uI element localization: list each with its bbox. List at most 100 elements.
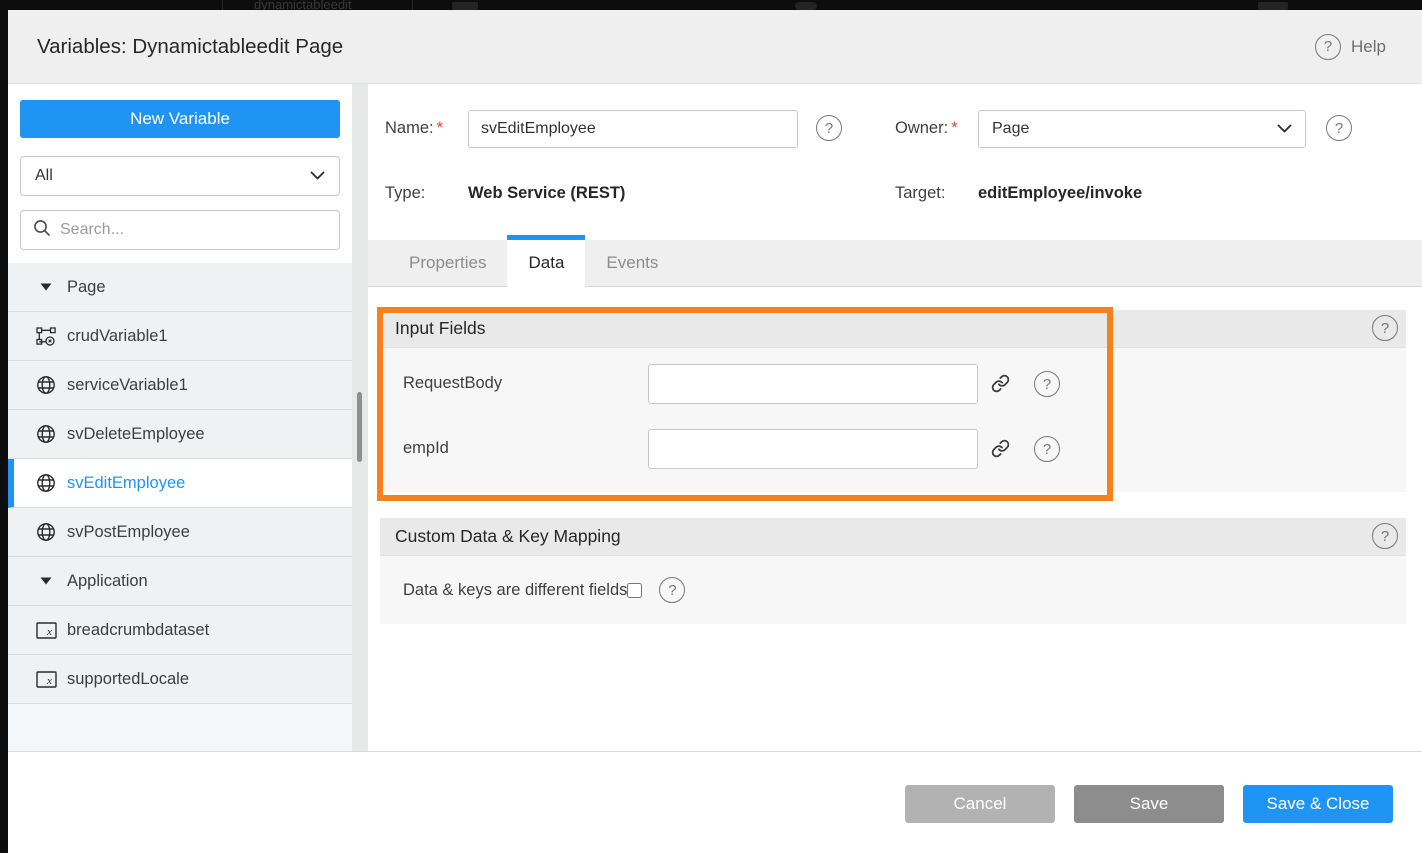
custom-data-body: Data & keys are different fields ? <box>380 555 1406 624</box>
requestbody-help-icon[interactable]: ? <box>1034 371 1060 397</box>
sidebar-controls: New Variable All <box>8 84 352 263</box>
required-asterisk: * <box>437 119 443 137</box>
search-icon <box>33 219 51 242</box>
background-divider <box>412 0 413 10</box>
background-app-tab-title: dynamictableedit <box>254 0 352 10</box>
variable-search-box <box>20 210 340 250</box>
input-fields-section: Input Fields ? RequestBody <box>380 310 1406 492</box>
requestbody-field[interactable] <box>648 364 978 404</box>
save-button[interactable]: Save <box>1074 785 1224 823</box>
background-toolbar-shape <box>1258 2 1288 10</box>
sidebar-item-svpostemployee[interactable]: svPostEmployee <box>8 508 352 557</box>
variable-filter-select[interactable]: All <box>20 156 340 196</box>
variable-label: svEditEmployee <box>67 474 185 493</box>
different-fields-label: Data & keys are different fields <box>403 581 627 600</box>
variable-label: svDeleteEmployee <box>67 425 205 444</box>
sidebar-item-crudvariable1[interactable]: crudVariable1 <box>8 312 352 361</box>
sidebar-scrollbar[interactable] <box>352 84 368 751</box>
new-variable-button[interactable]: New Variable <box>20 100 340 138</box>
help-link[interactable]: ? Help <box>1315 34 1386 60</box>
dialog-footer: Cancel Save Save & Close <box>8 751 1422 853</box>
variable-filter-value: All <box>35 167 53 185</box>
tab-properties[interactable]: Properties <box>388 240 507 286</box>
group-label: Application <box>67 572 148 591</box>
save-and-close-button[interactable]: Save & Close <box>1243 785 1393 823</box>
variable-detail-panel: Name:* ? Owner:* Page ? Type: Web Servic… <box>368 84 1422 751</box>
background-toolbar-shape <box>795 2 817 10</box>
custom-data-header: Custom Data & Key Mapping ? <box>380 518 1406 555</box>
input-field-row: RequestBody ? <box>380 364 1406 404</box>
service-variable-globe-icon <box>34 473 58 493</box>
background-divider <box>222 0 223 10</box>
owner-select[interactable]: Page <box>978 110 1306 148</box>
different-fields-checkbox[interactable] <box>627 583 642 598</box>
help-icon[interactable]: ? <box>1315 34 1341 60</box>
owner-help-icon[interactable]: ? <box>1326 115 1352 141</box>
sidebar-item-supportedlocale[interactable]: x supportedLocale <box>8 655 352 704</box>
owner-label: Owner:* <box>895 119 958 138</box>
model-variable-icon: x <box>34 622 58 639</box>
dialog-title: Variables: Dynamictableedit Page <box>37 35 343 59</box>
variables-dialog: Variables: Dynamictableedit Page ? Help … <box>8 10 1422 853</box>
input-fields-help-icon[interactable]: ? <box>1372 315 1398 341</box>
variable-label: breadcrumbdataset <box>67 621 209 640</box>
target-value: editEmployee/invoke <box>978 184 1142 203</box>
custom-data-section: Custom Data & Key Mapping ? Data & keys … <box>380 518 1406 624</box>
different-fields-help-icon[interactable]: ? <box>659 577 685 603</box>
variable-label: supportedLocale <box>67 670 189 689</box>
sidebar-item-sveditemployee[interactable]: svEditEmployee <box>8 459 352 508</box>
help-label: Help <box>1351 37 1386 57</box>
input-field-row: empId ? <box>380 429 1406 469</box>
group-label: Page <box>67 278 106 297</box>
search-input[interactable] <box>60 221 327 239</box>
sidebar-item-svdeleteemployee[interactable]: svDeleteEmployee <box>8 410 352 459</box>
sidebar-group-application[interactable]: Application <box>8 557 352 606</box>
variable-label: svPostEmployee <box>67 523 190 542</box>
background-app-strip: dynamictableedit <box>0 0 1422 10</box>
input-fields-header: Input Fields ? <box>380 310 1406 347</box>
bind-link-icon[interactable] <box>991 374 1010 398</box>
type-value: Web Service (REST) <box>468 184 625 203</box>
tab-events[interactable]: Events <box>585 240 679 286</box>
name-field[interactable] <box>468 110 798 148</box>
svg-text:x: x <box>46 675 52 687</box>
empid-label: empId <box>403 439 449 458</box>
dialog-header: Variables: Dynamictableedit Page ? Help <box>8 10 1422 84</box>
service-variable-globe-icon <box>34 375 58 395</box>
required-asterisk: * <box>951 119 957 137</box>
model-variable-icon: x <box>34 671 58 688</box>
collapse-triangle-icon[interactable] <box>34 577 58 585</box>
cancel-button[interactable]: Cancel <box>905 785 1055 823</box>
input-fields-body: RequestBody ? empId <box>380 347 1406 492</box>
requestbody-label: RequestBody <box>403 374 502 393</box>
background-toolbar-shape <box>452 2 478 10</box>
collapse-triangle-icon[interactable] <box>34 283 58 291</box>
custom-data-help-icon[interactable]: ? <box>1372 523 1398 549</box>
empid-field[interactable] <box>648 429 978 469</box>
sidebar-scrollbar-thumb[interactable] <box>357 392 362 462</box>
sidebar-group-page[interactable]: Page <box>8 263 352 312</box>
variable-label: serviceVariable1 <box>67 376 188 395</box>
chevron-down-icon <box>310 167 325 185</box>
name-help-icon[interactable]: ? <box>816 115 842 141</box>
variable-list: Page crudVariable1 <box>8 263 352 704</box>
sidebar-item-breadcrumbdataset[interactable]: x breadcrumbdataset <box>8 606 352 655</box>
service-variable-globe-icon <box>34 522 58 542</box>
variable-label: crudVariable1 <box>67 327 168 346</box>
name-label: Name:* <box>385 119 443 138</box>
bind-link-icon[interactable] <box>991 439 1010 463</box>
input-fields-title: Input Fields <box>395 318 485 339</box>
empid-help-icon[interactable]: ? <box>1034 436 1060 462</box>
detail-tabs: Properties Data Events <box>368 240 1422 287</box>
sidebar-item-servicevariable1[interactable]: serviceVariable1 <box>8 361 352 410</box>
crud-variable-icon <box>34 327 58 346</box>
target-label: Target: <box>895 184 945 203</box>
service-variable-globe-icon <box>34 424 58 444</box>
chevron-down-icon <box>1277 120 1292 138</box>
type-label: Type: <box>385 184 425 203</box>
owner-value: Page <box>992 120 1029 138</box>
variable-form: Name:* ? Owner:* Page ? Type: Web Servic… <box>368 84 1422 240</box>
custom-data-title: Custom Data & Key Mapping <box>395 526 621 547</box>
tab-data[interactable]: Data <box>507 235 585 287</box>
tab-content: Input Fields ? RequestBody <box>368 287 1422 624</box>
